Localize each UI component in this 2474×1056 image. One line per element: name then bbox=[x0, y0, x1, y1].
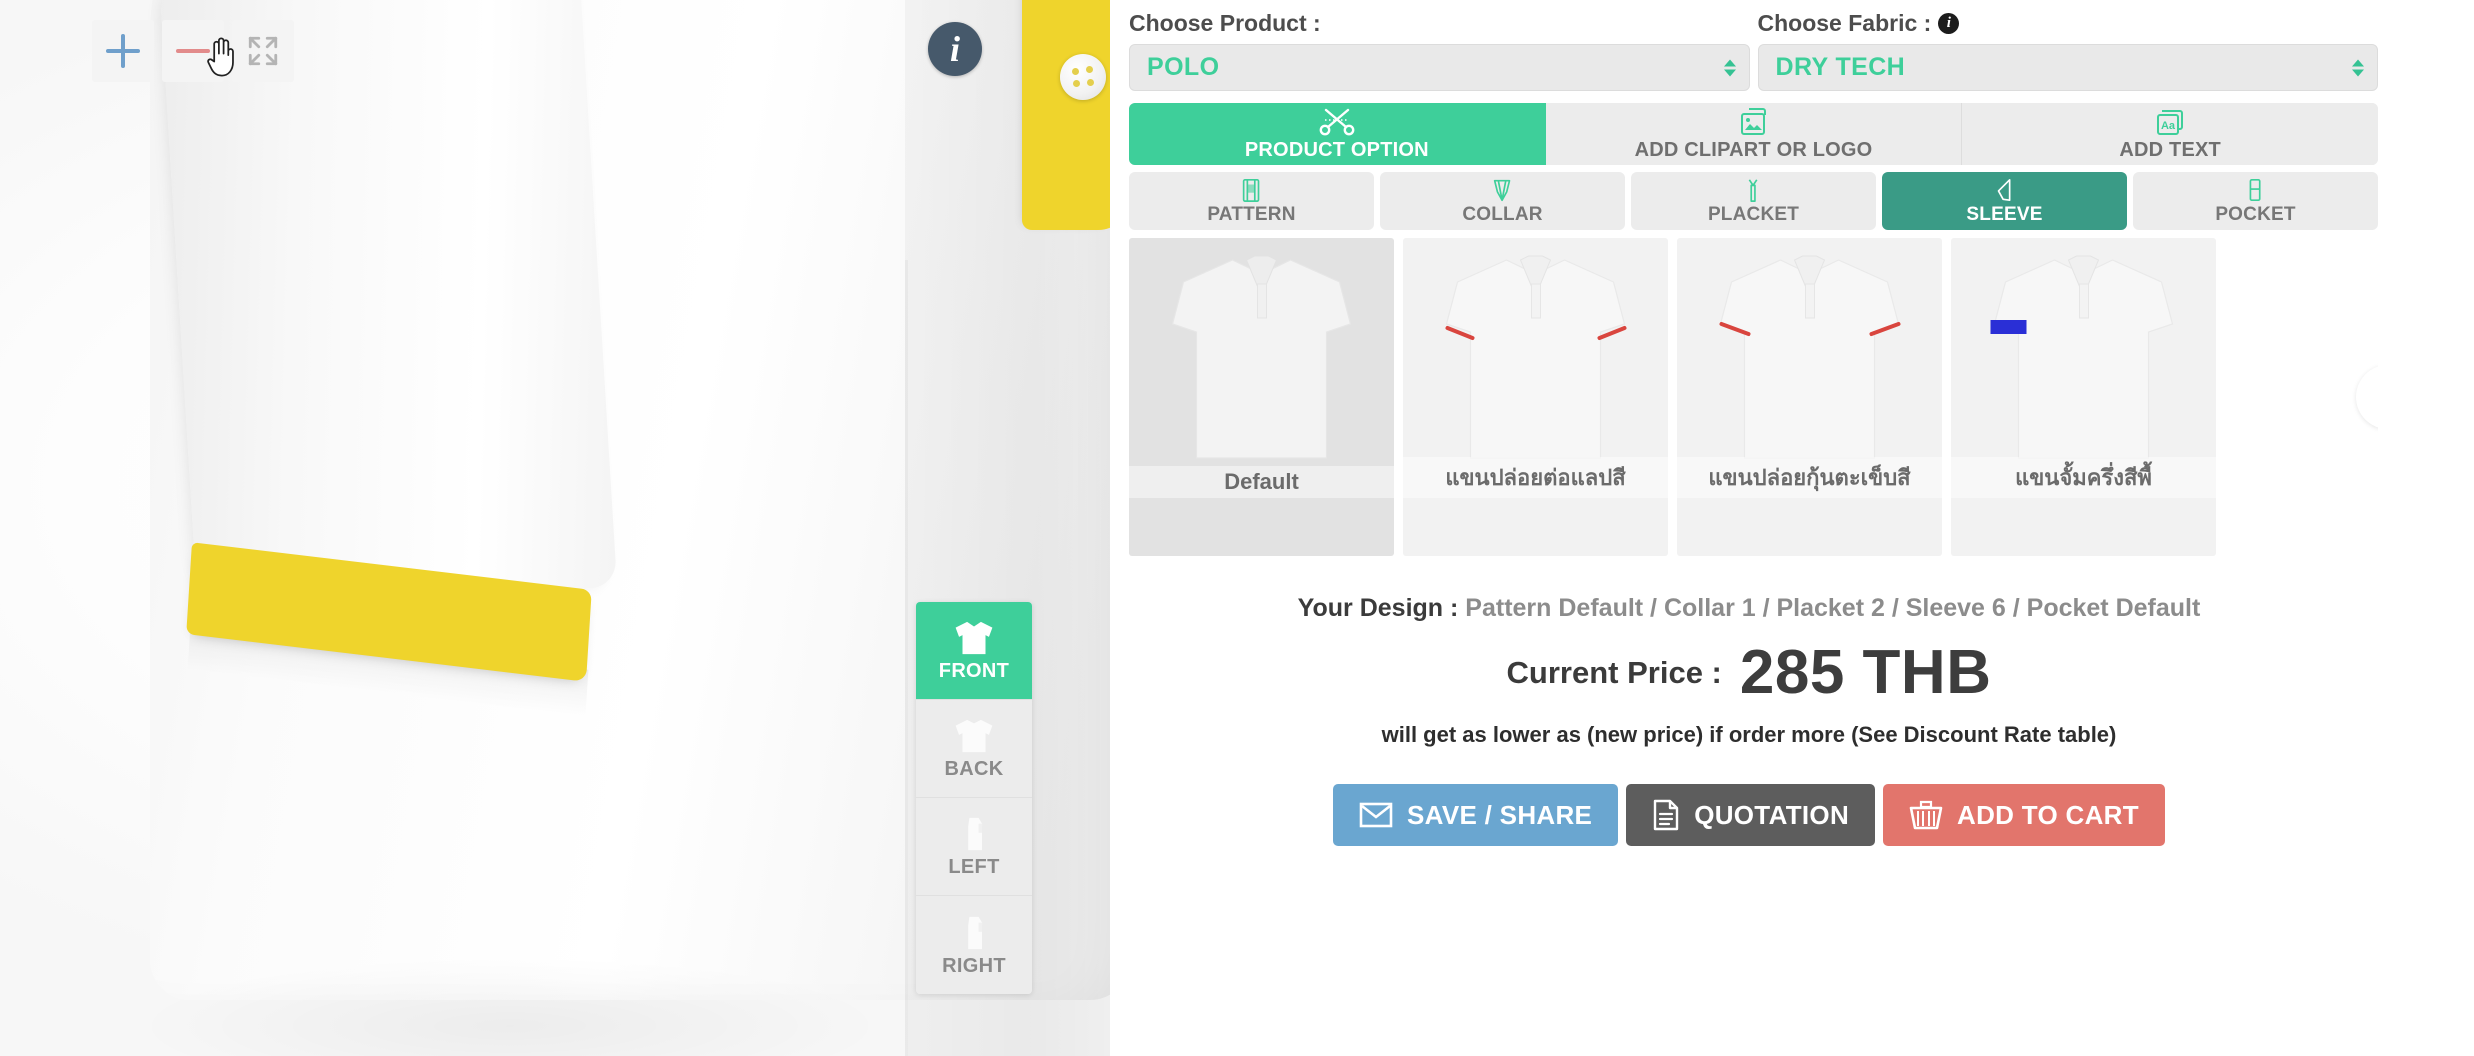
subtab-pattern-label: PATTERN bbox=[1207, 203, 1296, 225]
add-to-cart-button[interactable]: ADD TO CART bbox=[1883, 784, 2165, 846]
pattern-icon bbox=[1243, 178, 1260, 202]
main-tabs: PRODUCT OPTION ADD CLIPART OR LOGO Aa AD… bbox=[1129, 103, 2378, 165]
view-option-right-label: RIGHT bbox=[942, 954, 1006, 977]
save-share-label: SAVE / SHARE bbox=[1407, 799, 1593, 830]
tshirt-right-icon bbox=[968, 916, 983, 949]
tab-add-text[interactable]: Aa ADD TEXT bbox=[1962, 103, 2378, 165]
fabric-select-label-text: Choose Fabric : bbox=[1757, 10, 1932, 36]
view-option-front[interactable]: FRONT bbox=[916, 602, 1032, 700]
configurator-panel: Choose Product : POLO Choose Fabric : i … bbox=[1110, 0, 2474, 1056]
image-stack-icon bbox=[1740, 107, 1766, 135]
zoom-out-button[interactable] bbox=[162, 20, 224, 82]
tab-add-text-label: ADD TEXT bbox=[2119, 138, 2221, 161]
subtab-sleeve-label: SLEEVE bbox=[1966, 203, 2043, 225]
polo-thumbnail-image bbox=[1171, 255, 1351, 459]
product-select[interactable]: POLO bbox=[1129, 44, 1750, 91]
sleeve-options-carousel: Default แขนปล่อยต่อแลปสี แขนปล่อยกุ้นตะเ… bbox=[1129, 238, 2378, 556]
scissors-icon bbox=[1319, 108, 1355, 135]
view-selector: FRONT BACK LEFT RIGHT bbox=[916, 602, 1032, 994]
select-stepper-icon bbox=[1723, 59, 1736, 76]
subtab-placket-label: PLACKET bbox=[1707, 203, 1800, 225]
shirt-sleeve bbox=[158, 0, 618, 613]
save-share-button[interactable]: SAVE / SHARE bbox=[1333, 784, 1619, 846]
select-stepper-icon bbox=[2352, 59, 2364, 76]
placket-yellow bbox=[1022, 0, 1110, 230]
view-option-left[interactable]: LEFT bbox=[916, 798, 1032, 896]
envelope-icon bbox=[1359, 802, 1393, 828]
current-price-value: 285 THB bbox=[1739, 638, 1992, 707]
product-select-label: Choose Product : bbox=[1129, 10, 1321, 36]
fabric-info-icon[interactable]: i bbox=[1938, 13, 1960, 34]
option-sub-tabs: PATTERN COLLAR PLACKET SLEEVE POCKET bbox=[1129, 172, 2378, 230]
tab-add-clipart-or-logo-label: ADD CLIPART OR LOGO bbox=[1634, 138, 1873, 161]
current-price-label: Current Price : bbox=[1506, 654, 1722, 690]
sleeve-option-thumb[interactable]: แขนปล่อยกุ้นตะเข็บสี bbox=[1677, 238, 1942, 556]
subtab-pocket[interactable]: POCKET bbox=[2133, 172, 2378, 230]
info-badge-button[interactable]: i bbox=[928, 22, 982, 76]
subtab-sleeve[interactable]: SLEEVE bbox=[1882, 172, 2127, 230]
design-summary-key: Your Design : bbox=[1297, 594, 1459, 622]
minus-icon bbox=[176, 34, 210, 68]
action-buttons: SAVE / SHARE QUOTATION ADD TO CART bbox=[1120, 784, 2378, 846]
zoom-toolbar bbox=[92, 20, 294, 82]
subtab-pattern[interactable]: PATTERN bbox=[1129, 172, 1374, 230]
plus-icon bbox=[106, 34, 140, 68]
shirt-side-seam bbox=[905, 260, 908, 1056]
product-designer-app: i FRONT BACK LEFT RIGHT Choose Product:… bbox=[0, 0, 2474, 1056]
design-summary: Your Design : Pattern Default / Collar 1… bbox=[1120, 594, 2378, 623]
svg-text:Aa: Aa bbox=[2161, 120, 2176, 132]
tshirt-back-icon bbox=[955, 719, 993, 753]
sleeve-option-caption: แขนปล่อยกุ้นตะเข็บสี bbox=[1677, 457, 1942, 498]
basket-icon bbox=[1909, 800, 1943, 830]
quotation-button[interactable]: QUOTATION bbox=[1626, 784, 1876, 846]
document-icon bbox=[1653, 799, 1679, 831]
view-option-back-label: BACK bbox=[944, 758, 1004, 780]
sleeve-option-caption: Default bbox=[1129, 466, 1394, 498]
placket-icon bbox=[1749, 178, 1758, 202]
sleeve-option-thumb[interactable]: แขนปล่อยต่อแลปสี bbox=[1403, 238, 1668, 556]
quotation-label: QUOTATION bbox=[1694, 799, 1850, 830]
zoom-in-button[interactable] bbox=[92, 20, 154, 82]
tab-product-option[interactable]: PRODUCT OPTION bbox=[1129, 103, 1546, 165]
tshirt-left-icon bbox=[968, 817, 983, 851]
product-select-group: Choose Product : POLO bbox=[1129, 10, 1750, 91]
pocket-icon bbox=[2250, 178, 2261, 201]
fabric-select-value: DRY TECH bbox=[1775, 53, 1906, 81]
add-to-cart-label: ADD TO CART bbox=[1957, 799, 2139, 830]
collar-icon bbox=[1494, 179, 1511, 201]
expand-arrows-icon bbox=[248, 36, 278, 66]
shirt-hem-shadow bbox=[130, 956, 890, 1056]
tshirt-front-icon bbox=[955, 621, 993, 655]
sleeve-option-thumb[interactable]: แขนจั้มครึ่งสีพื้ bbox=[1951, 238, 2216, 556]
tab-product-option-label: PRODUCT OPTION bbox=[1244, 138, 1429, 161]
fabric-select-group: Choose Fabric : i DRY TECH bbox=[1757, 10, 2379, 91]
design-summary-value: Pattern Default / Collar 1 / Placket 2 /… bbox=[1465, 594, 2201, 622]
discount-note: will get as lower as (new price) if orde… bbox=[1381, 722, 2117, 747]
view-option-right[interactable]: RIGHT bbox=[916, 896, 1032, 994]
subtab-placket[interactable]: PLACKET bbox=[1631, 172, 1876, 230]
sleeve-icon bbox=[1998, 178, 2011, 201]
subtab-collar-label: COLLAR bbox=[1462, 203, 1543, 225]
placket-button bbox=[1060, 54, 1106, 100]
view-option-back[interactable]: BACK bbox=[916, 700, 1032, 798]
current-price-row: Current Price : 285 THB bbox=[1120, 637, 2378, 708]
fit-screen-button[interactable] bbox=[232, 20, 294, 82]
sleeve-option-thumb[interactable]: Default bbox=[1129, 238, 1394, 556]
view-option-left-label: LEFT bbox=[948, 856, 1000, 878]
chevron-right-icon bbox=[2371, 380, 2378, 414]
tab-add-clipart-or-logo[interactable]: ADD CLIPART OR LOGO bbox=[1545, 103, 1963, 165]
product-select-value: POLO bbox=[1147, 53, 1220, 81]
selectors-row: Choose Product : POLO Choose Fabric : i … bbox=[1120, 10, 2378, 91]
fabric-select-label: Choose Fabric : i bbox=[1758, 10, 2379, 37]
sleeve-option-caption: แขนปล่อยต่อแลปสี bbox=[1403, 457, 1668, 498]
fabric-select[interactable]: DRY TECH bbox=[1757, 44, 2378, 91]
sleeve-option-caption: แขนจั้มครึ่งสีพื้ bbox=[1951, 457, 2216, 498]
sleeve-options-list: Default แขนปล่อยต่อแลปสี แขนปล่อยกุ้นตะเ… bbox=[1129, 238, 2378, 556]
view-option-front-label: FRONT bbox=[938, 660, 1010, 682]
text-card-icon: Aa bbox=[2157, 109, 2184, 135]
subtab-collar[interactable]: COLLAR bbox=[1380, 172, 1625, 230]
product-preview-canvas[interactable]: i FRONT BACK LEFT RIGHT bbox=[0, 0, 1110, 1056]
subtab-pocket-label: POCKET bbox=[2215, 203, 2296, 225]
